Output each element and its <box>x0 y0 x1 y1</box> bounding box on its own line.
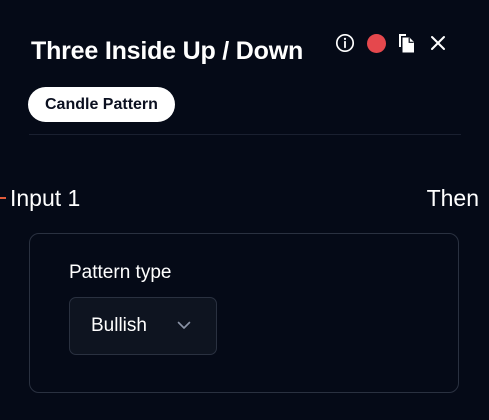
status-indicator[interactable] <box>364 31 388 55</box>
header-divider <box>29 134 461 135</box>
node-title: Three Inside Up / Down <box>31 37 304 65</box>
pattern-type-select[interactable]: Bullish <box>69 297 217 355</box>
input-port-connector[interactable] <box>0 197 6 199</box>
pattern-type-value: Bullish <box>91 315 147 336</box>
output-port-label: Then <box>426 185 479 211</box>
status-dot-icon <box>366 33 386 53</box>
close-icon[interactable] <box>426 31 450 55</box>
node-card: Three Inside Up / Down Candle Pattern In… <box>0 0 489 420</box>
node-type-badge: Candle Pattern <box>28 87 175 122</box>
input-port-label: Input 1 <box>10 185 81 211</box>
pattern-type-label: Pattern type <box>69 262 172 283</box>
header-actions <box>333 31 450 55</box>
chevron-down-icon <box>177 320 191 330</box>
config-panel: Pattern type Bullish <box>29 233 459 393</box>
copy-icon[interactable] <box>395 31 419 55</box>
info-icon[interactable] <box>333 31 357 55</box>
